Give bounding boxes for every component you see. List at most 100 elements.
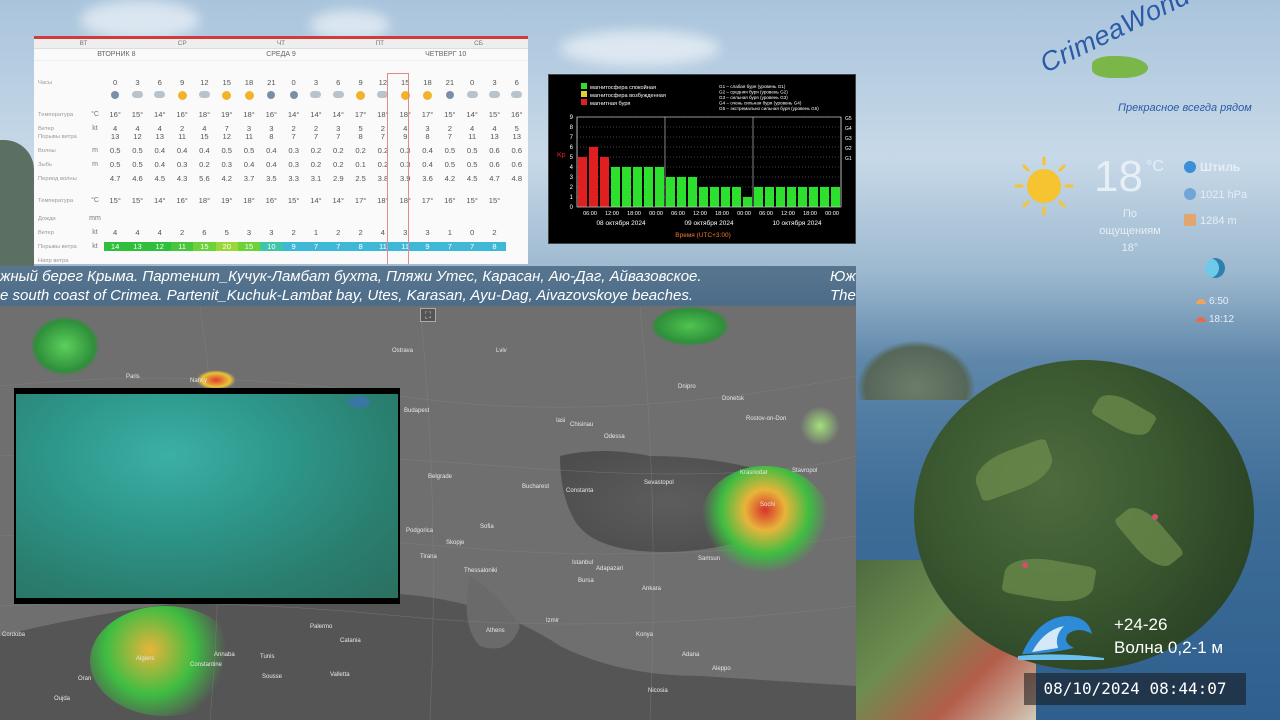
forecast-cell: 4: [157, 228, 162, 237]
water-temperature: +24-26: [1114, 615, 1168, 634]
forecast-cell: 19°: [220, 196, 233, 205]
forecast-cell: 15°: [466, 196, 478, 205]
storm-level-label: G3 – сильная буря (уровень G3): [719, 95, 788, 100]
kp-bar: [776, 187, 785, 207]
row-label: Зыбь: [38, 161, 53, 168]
forecast-cell: 6: [514, 78, 519, 87]
forecast-cell: 3: [269, 228, 274, 237]
city-label: Bucharest: [522, 484, 550, 490]
ticker-next-en: The: [830, 287, 856, 304]
weekday-label: СР: [177, 40, 187, 47]
time-tick-label: 00:00: [649, 211, 663, 217]
wave-value: 0,2-1 м: [1167, 638, 1224, 657]
forecast-row: Часы 0 3 6 9 12 15 18 21 0 3 6 9 12 15 18 21 0 3 6: [34, 77, 528, 88]
time-tick-label: 12:00: [693, 211, 707, 217]
forecast-cell: 0.2: [333, 146, 344, 155]
forecast-cell: 5.6: [199, 174, 210, 183]
forecast-cell: 6: [336, 78, 341, 87]
forecast-cell: 0.1: [355, 160, 366, 169]
underwater-video-frame: [16, 394, 398, 598]
forecast-cell: 14°: [154, 110, 166, 119]
g-level-label: G2: [845, 146, 852, 152]
forecast-cell: 2: [291, 228, 296, 237]
city-label: Algiers: [136, 656, 155, 662]
sun-icon: [244, 91, 254, 100]
time-tick-label: 00:00: [737, 211, 751, 217]
forecast-cell: 3.7: [243, 174, 255, 183]
y-tick-label: 8: [570, 125, 574, 131]
forecast-cell: 11: [245, 132, 253, 141]
forecast-cell: 18°: [198, 196, 211, 205]
forecast-icon-cell: [461, 91, 483, 102]
city-label: Istanbul: [572, 560, 594, 566]
forecast-icon-cell: [260, 91, 282, 102]
forecast-cell: 4.5: [154, 174, 166, 183]
forecast-cell: 0.6: [489, 160, 500, 169]
forecast-cell: 6: [202, 228, 207, 237]
forecast-cell: 0.4: [266, 160, 277, 169]
forecast-cell: 18: [423, 78, 432, 87]
forecast-cell: 0.6: [511, 146, 523, 155]
city-label: Catania: [340, 638, 361, 644]
forecast-cell: 3.6: [422, 174, 433, 183]
forecast-cell: 0: [291, 78, 296, 87]
wind-value: Штиль: [1200, 160, 1241, 174]
forecast-icon-cell: [349, 91, 371, 102]
forecast-cell: 9: [282, 242, 305, 251]
y-tick-label: 2: [570, 185, 574, 191]
weekday-label: ЧТ: [276, 40, 286, 47]
kp-bar: [787, 187, 796, 207]
forecast-cell: 0.3: [288, 146, 299, 155]
sunset: 18:12: [1196, 314, 1234, 325]
wave-height: Волна 0,2-1 м: [1114, 638, 1223, 658]
underwater-video[interactable]: [14, 388, 400, 604]
ticker-line-en: e south coast of Crimea. Partenit_Kuchuk…: [0, 287, 693, 304]
legend-label: магнитосфера возбужденная: [590, 93, 666, 99]
forecast-cell: 2: [179, 228, 185, 237]
forecast-icon-row: [34, 91, 528, 102]
city-label: Constantine: [190, 662, 223, 668]
forecast-cell: 13: [126, 242, 149, 251]
expand-icon[interactable]: ⛶: [420, 308, 436, 322]
legend-swatch: [581, 83, 587, 89]
forecast-cell: 0.5: [109, 160, 121, 169]
forecast-cell: 0.6: [489, 146, 500, 155]
sun-icon: [177, 91, 187, 100]
forecast-cell: 0.5: [132, 146, 143, 155]
forecast-cell: 17°: [421, 196, 434, 205]
city-label: Adana: [682, 652, 700, 658]
kp-bar: [655, 167, 664, 207]
forecast-cell: 3: [135, 78, 140, 87]
forecast-cell: 6: [157, 78, 162, 87]
forecast-cell: 13: [512, 132, 521, 141]
forecast-cell: 2: [492, 228, 497, 237]
row-unit: °C: [91, 197, 99, 204]
forecast-cell: 0.5: [109, 146, 121, 155]
sunrise: 6:50: [1196, 296, 1228, 307]
forecast-icon-cell: [416, 91, 438, 102]
kp-bar: [798, 187, 807, 207]
forecast-cell: 18°: [243, 110, 255, 119]
forecast-cell: 15°: [131, 196, 144, 205]
wind-status: Штиль: [1184, 160, 1240, 174]
y-tick-label: 1: [570, 195, 574, 201]
forecast-cell: 20: [215, 242, 238, 251]
forecast-icon-cell: [305, 91, 327, 102]
sunrise-value: 6:50: [1209, 296, 1229, 307]
forecast-cell: 1: [447, 228, 452, 237]
forecast-cell: 2.9: [333, 174, 344, 183]
forecast-cell: 3: [313, 78, 319, 87]
day-header: ВТОРНИК 8: [97, 51, 136, 58]
row-label: Температура: [38, 111, 74, 118]
forecast-cell: 4.7: [489, 174, 500, 183]
time-tick-label: 06:00: [583, 211, 597, 217]
time-tick-label: 06:00: [759, 211, 773, 217]
time-tick-label: 06:00: [671, 211, 685, 217]
forecast-cell: 3: [246, 228, 252, 237]
forecast-icon-cell: [327, 91, 349, 102]
city-label: Oran: [78, 676, 92, 682]
forecast-cell: 13: [110, 132, 120, 141]
city-label: Belgrade: [428, 474, 453, 480]
forecast-cell: 4.2: [444, 174, 456, 183]
forecast-cell: 14°: [332, 196, 345, 205]
